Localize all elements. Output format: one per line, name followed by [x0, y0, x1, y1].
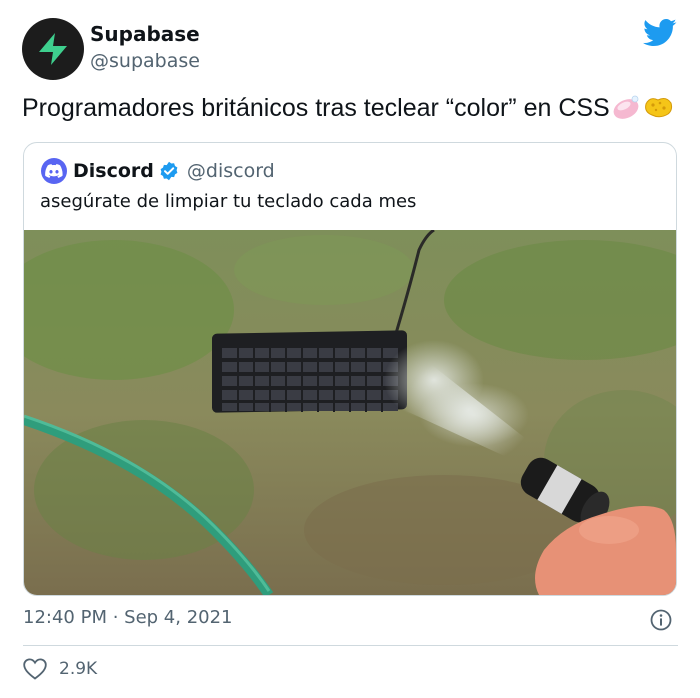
- author-name[interactable]: Supabase: [90, 22, 200, 46]
- tweet-text: Programadores británicos tras teclear “c…: [22, 94, 674, 123]
- verified-badge-icon: [160, 161, 178, 181]
- quoted-author-name[interactable]: Discord: [73, 160, 154, 182]
- divider: [23, 645, 678, 646]
- supabase-bolt-icon: [39, 33, 67, 65]
- tweet-text-content: Programadores británicos tras teclear “c…: [22, 94, 610, 122]
- like-count: 2.9K: [59, 659, 98, 679]
- sponge-emoji: [644, 98, 672, 118]
- tweet-timestamp[interactable]: 12:40 PM · Sep 4, 2021: [23, 607, 233, 628]
- quoted-header: Discord @discord: [41, 157, 275, 185]
- quoted-avatar[interactable]: [41, 158, 67, 184]
- info-icon[interactable]: [650, 609, 672, 631]
- heart-icon: [23, 658, 47, 680]
- discord-logo-icon: [45, 164, 63, 178]
- tweet-card: Supabase @supabase Programadores británi…: [0, 0, 700, 698]
- quoted-text: asegúrate de limpiar tu teclado cada mes: [40, 191, 417, 212]
- soap-emoji: [613, 95, 639, 119]
- author-handle[interactable]: @supabase: [90, 50, 200, 72]
- quoted-media-keyboard-hose-photo[interactable]: [24, 230, 676, 595]
- like-button[interactable]: 2.9K: [23, 658, 97, 680]
- twitter-bird-icon[interactable]: [643, 18, 677, 48]
- quoted-author-handle[interactable]: @discord: [187, 160, 275, 182]
- quoted-tweet[interactable]: Discord @discord asegúrate de limpiar tu…: [23, 142, 677, 596]
- author-avatar[interactable]: [22, 18, 84, 80]
